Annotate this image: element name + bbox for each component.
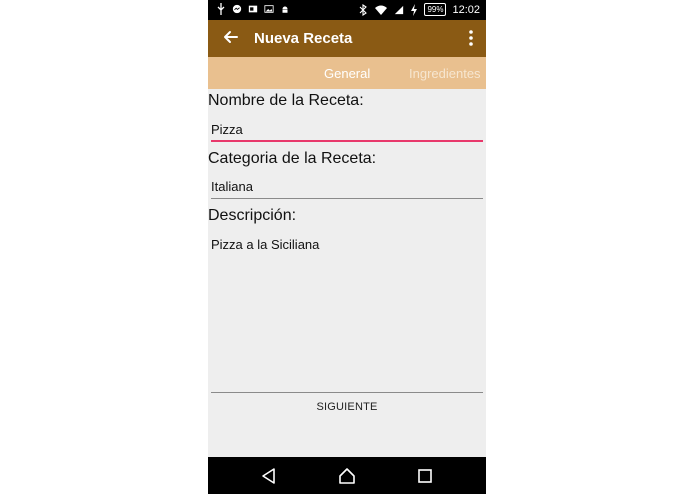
notification-icons (216, 3, 290, 15)
input-underline (211, 198, 483, 199)
outlook-icon (248, 5, 258, 13)
description-input[interactable]: Pizza a la Siciliana (211, 236, 483, 393)
clock: 12:02 (452, 3, 480, 16)
navigation-bar (208, 457, 486, 494)
description-value: Pizza a la Siciliana (211, 237, 320, 252)
recipe-name-label: Nombre de la Receta: (208, 92, 364, 109)
image-icon (264, 5, 274, 13)
nav-home-icon[interactable] (338, 467, 356, 485)
system-indicators: 99% 12:02 (358, 3, 480, 16)
recipe-category-label: Categoria de la Receta: (208, 150, 377, 167)
recipe-name-value: Pizza (211, 122, 243, 137)
tab-bar: General Ingredientes (208, 57, 486, 89)
recipe-category-input[interactable]: Italiana (211, 175, 483, 199)
nav-back-icon[interactable] (260, 467, 278, 485)
back-arrow-icon[interactable] (222, 28, 240, 46)
input-underline (211, 140, 483, 142)
nav-recents-icon[interactable] (416, 467, 434, 485)
recipe-name-input[interactable]: Pizza (211, 118, 483, 142)
status-bar: 99% 12:02 (208, 0, 486, 20)
charging-icon (411, 3, 418, 16)
bluetooth-icon (360, 3, 368, 16)
phone-screen: 99% 12:02 Nueva Receta General Ingredien… (208, 0, 486, 494)
app-bar: Nueva Receta (208, 20, 486, 57)
android-icon (282, 6, 288, 13)
messenger-icon (232, 4, 242, 14)
usb-icon (217, 3, 225, 15)
tab-general[interactable]: General (324, 66, 370, 81)
wifi-icon (375, 5, 388, 15)
page-title: Nueva Receta (254, 30, 353, 47)
input-underline (211, 392, 483, 393)
signal-icon (395, 5, 404, 14)
more-options-icon[interactable] (466, 29, 476, 47)
recipe-category-value: Italiana (211, 179, 253, 194)
battery-level: 99% (424, 3, 447, 16)
description-label: Descripción: (208, 207, 297, 224)
tab-ingredientes[interactable]: Ingredientes (409, 66, 481, 81)
next-button[interactable]: SIGUIENTE (208, 396, 486, 418)
